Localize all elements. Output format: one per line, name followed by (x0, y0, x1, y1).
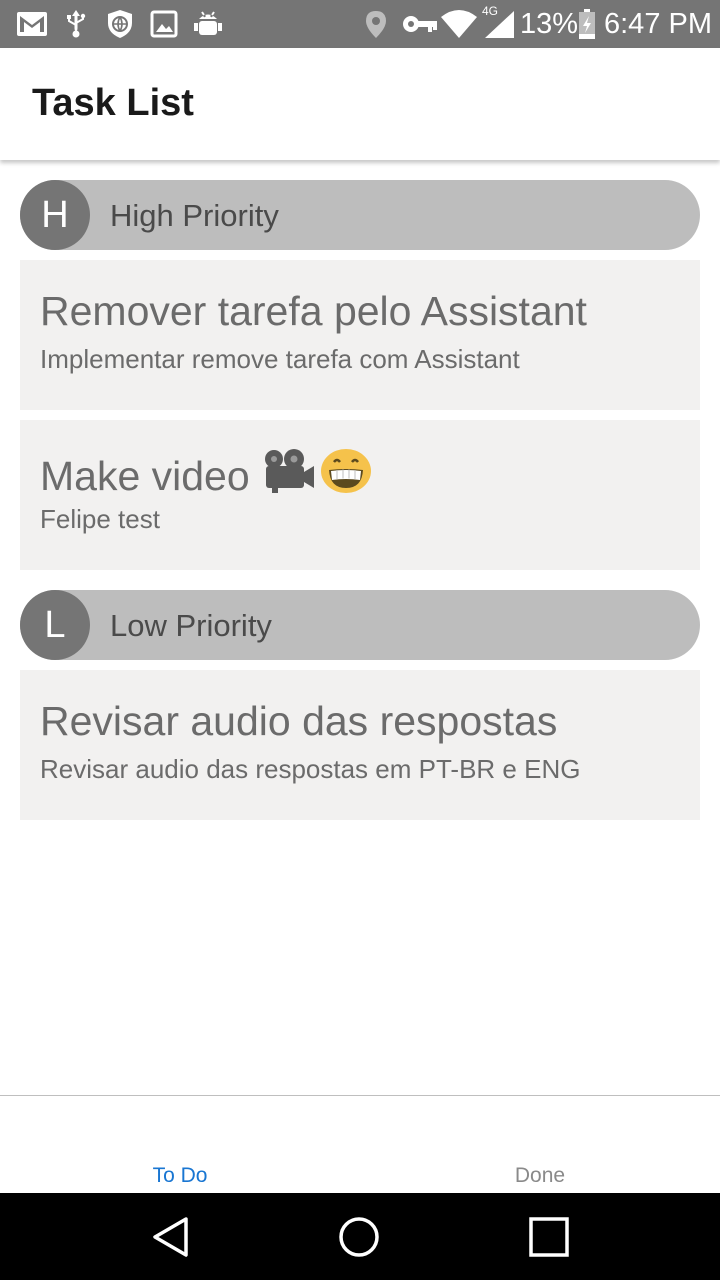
status-bar: 4G 13% 6:47 PM (0, 0, 720, 48)
section-header-low-priority: L Low Priority (20, 590, 700, 660)
task-title: Remover tarefa pelo Assistant (40, 288, 587, 334)
gmail-icon (16, 9, 48, 39)
home-icon[interactable] (335, 1213, 383, 1261)
task-card[interactable]: Remover tarefa pelo Assistant Implementa… (20, 260, 700, 410)
section-label: Low Priority (110, 608, 272, 643)
tab-done[interactable]: Done (360, 1096, 720, 1194)
gallery-icon (150, 9, 178, 39)
grinning-face-emoji (320, 448, 372, 504)
wifi-icon (440, 9, 478, 39)
key-icon (402, 9, 438, 39)
system-nav-bar (0, 1193, 720, 1280)
location-icon (364, 9, 388, 39)
vpn-shield-icon (106, 9, 134, 39)
android-debug-icon (192, 9, 224, 39)
network-type-label: 4G (482, 4, 499, 18)
avatar: H (20, 180, 90, 250)
task-description: Felipe test (40, 504, 160, 534)
task-card[interactable]: Revisar audio das respostas Revisar audi… (20, 670, 700, 820)
movie-camera-emoji (262, 448, 316, 504)
tab-to-do[interactable]: To Do (0, 1096, 360, 1194)
tab-label: Done (514, 1164, 566, 1187)
section-label: High Priority (110, 198, 279, 233)
tab-label: To Do (152, 1164, 208, 1187)
section-header-high-priority: H High Priority (20, 180, 700, 250)
battery-icon (578, 9, 596, 39)
task-description: Revisar audio das respostas em PT-BR e E… (40, 754, 581, 784)
usb-icon (64, 9, 88, 39)
task-title-row: Make video (40, 448, 372, 504)
app-bar: Task List (0, 48, 720, 160)
task-title: Make video (40, 452, 250, 499)
battery-percent: 13% (520, 8, 579, 40)
task-description: Implementar remove tarefa com Assistant (40, 344, 520, 374)
page-title: Task List (32, 82, 194, 124)
back-icon[interactable] (146, 1213, 194, 1261)
avatar: L (20, 590, 90, 660)
task-title: Revisar audio das respostas (40, 698, 558, 744)
recents-icon[interactable] (525, 1213, 573, 1261)
bottom-tab-bar: To Do Done (0, 1095, 720, 1194)
task-card[interactable]: Make video Felipe test (20, 420, 700, 570)
clock-time: 6:47 PM (604, 8, 712, 40)
